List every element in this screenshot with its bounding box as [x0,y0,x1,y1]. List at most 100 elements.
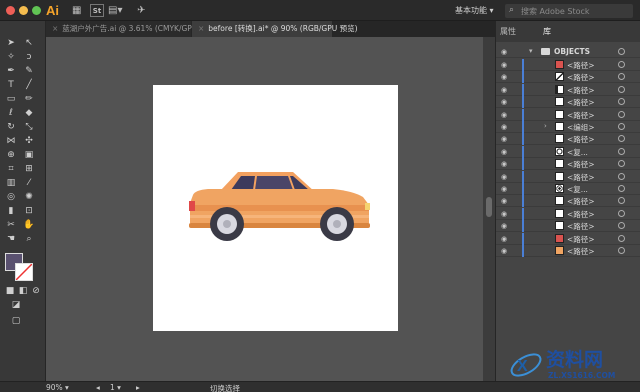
direct-selection-tool-icon[interactable]: ↖ [22,37,36,49]
layer-row[interactable]: ◉ <路径> [496,170,640,183]
zoom-tool-icon[interactable]: ⌕ [22,233,36,245]
layer-objects[interactable]: ◉ ▾ OBJECTS [496,46,640,58]
pen-tool-icon[interactable]: ✒ [4,65,18,77]
layer-row[interactable]: ◉ <路径> [496,96,640,109]
target-circle-icon[interactable] [618,110,625,118]
layer-row[interactable]: ◉ <路径> [496,59,640,71]
stock-icon[interactable]: St [90,4,104,17]
visibility-eye-icon[interactable]: ◉ [501,247,507,255]
target-circle-icon[interactable] [618,222,625,230]
layer-row[interactable]: ◉ <复... [496,183,640,195]
artboard-number[interactable]: 1 ▾ [110,383,121,392]
target-circle-icon[interactable] [618,135,625,143]
visibility-eye-icon[interactable]: ◉ [501,86,507,94]
draw-mode-icon[interactable]: ◪ [9,299,23,311]
rotate-tool-icon[interactable]: ↻ [4,121,18,133]
maximize-window-button[interactable] [32,6,41,15]
visibility-eye-icon[interactable]: ◉ [501,98,507,106]
scale-tool-icon[interactable]: ⤡ [22,121,36,133]
layer-row[interactable]: ◉ <路径> [496,220,640,233]
target-circle-icon[interactable] [618,98,625,106]
tab-document-2[interactable]: × before [转换].ai* @ 90% (RGB/GPU 预览) [192,21,358,37]
next-artboard-icon[interactable]: ▸ [136,383,140,392]
tab-properties[interactable]: 属性 [500,26,516,37]
target-circle-icon[interactable] [618,197,625,205]
curvature-tool-icon[interactable]: ✎ [22,65,36,77]
column-graph-tool-icon[interactable]: ▮ [4,205,18,217]
target-circle-icon[interactable] [618,160,625,168]
eyedropper-tool-icon[interactable]: ⁄ [22,177,36,189]
gradient-tool-icon[interactable]: ▥ [4,177,18,189]
vertical-scrollbar[interactable] [483,37,495,381]
screen-mode-icon[interactable]: ▢ [9,315,23,327]
layer-row[interactable]: ◉ › <编组> [496,121,640,133]
line-tool-icon[interactable]: ╱ [22,79,36,91]
target-circle-icon[interactable] [618,209,625,217]
canvas-area[interactable] [46,37,495,381]
hand-tool-icon[interactable]: ☚ [4,233,18,245]
puppet-warp-tool-icon[interactable]: ✣ [22,135,36,147]
target-circle-icon[interactable] [618,61,625,68]
workspace-switcher[interactable]: 基本功能 ▾ [455,5,494,16]
selection-tool-icon[interactable]: ➤ [4,37,18,49]
slice-tool-icon[interactable]: ✂ [4,219,18,231]
stroke-swatch[interactable] [15,263,33,281]
width-tool-icon[interactable]: ⋈ [4,135,18,147]
arrange-documents-icon[interactable]: ▤▾ [108,4,122,17]
gradient-mode-icon[interactable]: ◧ [16,285,30,297]
shape-builder-tool-icon[interactable]: ⊕ [4,149,18,161]
layer-row[interactable]: ◉ <路径> [496,245,640,257]
layer-row[interactable]: ◉ <路径> [496,158,640,171]
tab-library[interactable]: 库 [543,26,551,37]
zoom-level[interactable]: 90% ▾ [46,383,69,392]
rectangle-tool-icon[interactable]: ▭ [4,93,18,105]
layer-row[interactable]: ◉ <路径> [496,71,640,84]
live-paint-tool-icon[interactable]: ▣ [22,149,36,161]
pencil-tool-icon[interactable]: ✏ [22,93,36,105]
visibility-eye-icon[interactable]: ◉ [501,123,507,131]
eraser-tool-icon[interactable]: ◆ [22,107,36,119]
layer-row[interactable]: ◉ <路径> [496,108,640,121]
hand-tool-icon[interactable]: ✋ [22,219,36,231]
magic-wand-tool-icon[interactable]: ✧ [4,51,18,63]
chevron-down-icon[interactable]: ▾ [529,47,533,55]
layer-row[interactable]: ◉ <路径> [496,195,640,208]
visibility-eye-icon[interactable]: ◉ [501,61,507,69]
none-mode-icon[interactable]: ⊘ [29,285,43,297]
artboard-tool-icon[interactable]: ⊡ [22,205,36,217]
blend-tool-icon[interactable]: ◎ [4,191,18,203]
visibility-eye-icon[interactable]: ◉ [501,222,507,230]
target-circle-icon[interactable] [618,172,625,180]
visibility-eye-icon[interactable]: ◉ [501,235,507,243]
layer-row[interactable]: ◉ <路径> [496,207,640,220]
chevron-right-icon[interactable]: › [544,122,547,130]
layer-row[interactable]: ◉ <复... [496,145,640,158]
paintbrush-tool-icon[interactable]: ℓ [4,107,18,119]
color-mode-icon[interactable]: ■ [3,285,17,297]
target-circle-icon[interactable] [618,48,625,55]
layer-row[interactable]: ◉ <路径> [496,133,640,146]
perspective-grid-tool-icon[interactable]: ⌗ [4,163,18,175]
visibility-eye-icon[interactable]: ◉ [501,48,507,56]
type-tool-icon[interactable]: T [4,79,18,91]
tab-document-1[interactable]: × 蓝湖户外广告.ai @ 3.61% (CMYK/GPU 预览) [46,21,218,37]
artboard[interactable] [153,85,398,331]
scroll-thumb[interactable] [486,197,492,217]
target-circle-icon[interactable] [618,247,625,254]
adobe-stock-search[interactable]: ⌕ 搜索 Adobe Stock [505,4,633,18]
target-circle-icon[interactable] [618,234,625,242]
mesh-tool-icon[interactable]: ⊞ [22,163,36,175]
visibility-eye-icon[interactable]: ◉ [501,185,507,193]
target-circle-icon[interactable] [618,73,625,81]
visibility-eye-icon[interactable]: ◉ [501,173,507,181]
prev-artboard-icon[interactable]: ◂ [96,383,100,392]
close-tab-icon[interactable]: × [52,24,58,33]
visibility-eye-icon[interactable]: ◉ [501,111,507,119]
layer-row[interactable]: ◉ <路径> [496,232,640,245]
symbol-sprayer-tool-icon[interactable]: ✺ [22,191,36,203]
target-circle-icon[interactable] [618,147,625,155]
close-tab-icon[interactable]: × [198,24,204,33]
target-circle-icon[interactable] [618,123,625,130]
layer-row[interactable]: ◉ <路径> [496,83,640,96]
visibility-eye-icon[interactable]: ◉ [501,135,507,143]
